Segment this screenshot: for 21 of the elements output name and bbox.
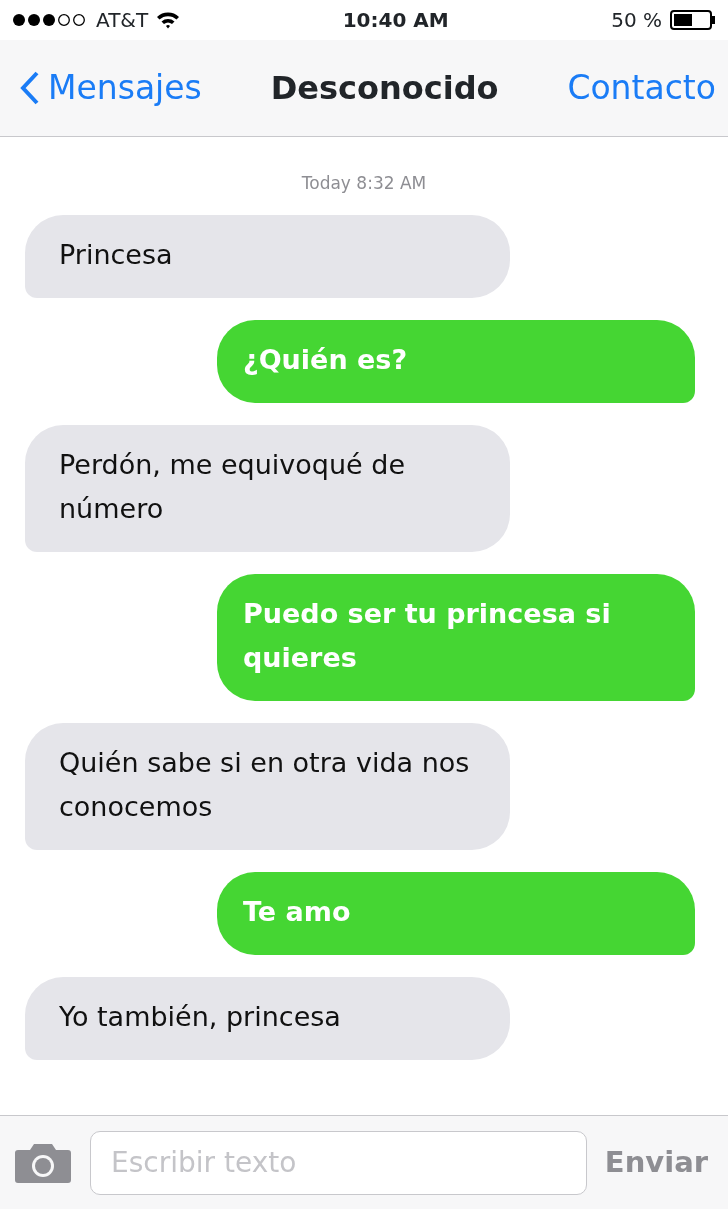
wifi-icon bbox=[156, 11, 181, 29]
sent-message: Te amo bbox=[217, 871, 695, 955]
timestamp: Today 8:32 AM bbox=[300, 172, 428, 195]
received-message: Princesa bbox=[25, 214, 510, 298]
message-input[interactable]: Escribir texto bbox=[90, 1130, 587, 1195]
back-chevron-icon bbox=[20, 70, 40, 106]
sent-message: Puedo ser tu princesa si quieres bbox=[217, 573, 695, 701]
battery-percent: 50 % bbox=[611, 7, 662, 34]
back-button[interactable]: Mensajes bbox=[20, 63, 202, 113]
received-message: Yo también, princesa bbox=[25, 976, 510, 1060]
received-message: Perdón, me equivoqué de número bbox=[25, 424, 510, 552]
received-message: Quién sabe si en otra vida nos conocemos bbox=[25, 722, 510, 850]
carrier-name: AT&T bbox=[96, 7, 149, 34]
camera-icon[interactable] bbox=[14, 1141, 72, 1184]
signal-icon bbox=[12, 13, 88, 27]
contact-button[interactable]: Contacto bbox=[567, 63, 716, 113]
conversation-title: Desconocido bbox=[270, 68, 499, 109]
clock: 10:40 AM bbox=[342, 7, 449, 34]
sent-message: ¿Quién es? bbox=[217, 319, 695, 403]
send-button[interactable]: Enviar bbox=[604, 1140, 708, 1185]
battery-icon bbox=[670, 10, 716, 30]
